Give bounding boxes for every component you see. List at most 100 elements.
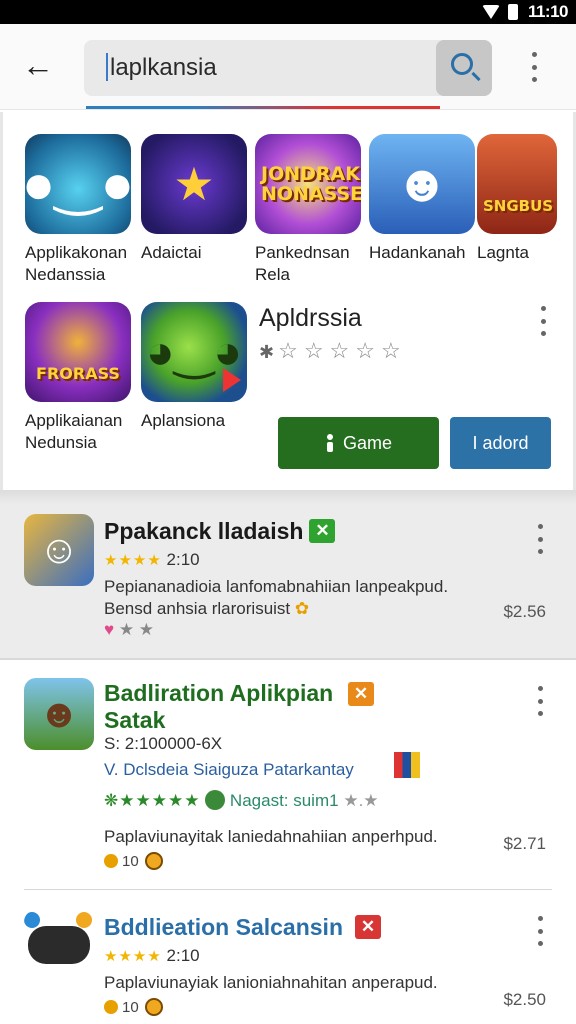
wifi-icon [482, 5, 500, 19]
search-field[interactable]: laplkansia [84, 40, 492, 96]
play-badge-icon [223, 368, 241, 392]
coin-count: 10 [122, 999, 139, 1016]
controller-shape [28, 926, 90, 964]
mechanic-app-icon: ☺ [24, 514, 94, 586]
grey-stars-icon: ★.★ [343, 791, 379, 810]
developer-name: V. Dclsdeia Siaiguza Patarkantay [104, 760, 354, 779]
app-description: Paplaviunayitak laniedahnahiian anperhpu… [104, 827, 438, 846]
app-description: Pepiananadioia lanfomabnahiian lanpeakpu… [104, 577, 449, 596]
butterfly-icon: ✿ [294, 599, 310, 618]
app-subdescription: Bensd anhsia rlarorisuist ✿ [104, 598, 309, 620]
item-menu-icon[interactable] [535, 524, 545, 554]
load-button[interactable]: I adord [450, 417, 551, 469]
app-grid: ●‿● Applikakonan Nedanssia ★ Adaictai JO… [0, 112, 576, 490]
coin-count: 10 [122, 853, 139, 870]
app-title-text: Badliration Aplikpian Satak [104, 680, 334, 733]
close-icon[interactable]: ✕ [309, 519, 336, 543]
badge-row: ❋★★★★★ Nagast: suim1 ★.★ [104, 790, 379, 811]
featured-rating: ✱ ☆☆☆☆☆ [259, 338, 407, 364]
app-art-text: FRORASS [36, 364, 120, 383]
status-icons [482, 4, 518, 20]
stars-icon: ★★★★ [104, 948, 162, 965]
rating: ★★★★ 2:10 [104, 946, 200, 966]
goblin-app-icon: ☻ [24, 678, 94, 750]
coin-icon [104, 1000, 118, 1014]
app-tile[interactable]: SNGBUS Lagnta [477, 134, 576, 264]
app-tile[interactable]: ★ Adaictai [141, 134, 259, 264]
search-icon [451, 53, 473, 75]
badge-avatar [205, 790, 226, 810]
badge-text: Nagast: suim1 [229, 791, 339, 810]
list-item[interactable]: Bddlieation Salcansin ✕ ★★★★ 2:10 Paplavi… [0, 892, 576, 1024]
blue-hero-icon: ☻ [369, 134, 475, 234]
mini-rating: ♥ ★ ★ [104, 620, 155, 639]
currency-icon [144, 852, 163, 870]
search-underline [86, 106, 440, 109]
app-tile[interactable]: ●‿● Applikakonan Nedanssia [25, 134, 143, 286]
item-menu-icon[interactable] [535, 916, 545, 946]
info-icon [325, 434, 335, 452]
app-label: Applikaianan Nedunsia [25, 411, 123, 452]
app-description: Paplaviunayiak lanioniahnahitan anperapu… [104, 973, 438, 992]
battery-icon [508, 4, 518, 20]
currency-icon [144, 998, 163, 1016]
flag-icon [394, 752, 420, 778]
back-arrow-icon[interactable]: ← [18, 46, 58, 86]
game-button[interactable]: Game [278, 417, 439, 469]
overflow-menu-icon[interactable] [529, 52, 539, 82]
app-label: Lagnta [477, 243, 529, 262]
status-bar: 11:10 [0, 0, 576, 24]
featured-menu-icon[interactable] [538, 306, 548, 336]
star-fireworks-icon: ★ [141, 134, 247, 234]
coins: 10 [104, 852, 163, 870]
price: $2.50 [503, 990, 546, 1009]
list-item[interactable]: ☺ Ppakanck lladaish ✕ ★★★★ 2:10 Pepianana… [0, 504, 576, 660]
rating-value: 2:10 [166, 550, 200, 569]
app-tile[interactable]: FRORASS Applikaianan Nedunsia [25, 302, 143, 454]
stars-icon: ★★★★ [104, 552, 162, 569]
warrior-icon: FRORASS [25, 302, 131, 402]
search-button[interactable] [436, 40, 492, 96]
list-item[interactable]: ☻ Badliration Aplikpian Satak ✕ S: 2:100… [0, 662, 576, 890]
search-input[interactable]: laplkansia [110, 54, 217, 82]
blue-dot-icon [24, 912, 40, 928]
rating-value: 2:10 [166, 946, 200, 965]
jondrak-logo-icon: JONDRAK NONASSE [255, 134, 361, 234]
close-icon[interactable]: ✕ [355, 915, 381, 939]
app-art-text: SNGBUS [483, 197, 554, 215]
orange-dot-icon [76, 912, 92, 928]
green-stars-icon: ❋★★★★★ [104, 791, 201, 810]
item-menu-icon[interactable] [535, 686, 545, 716]
heart-icon: ♥ [104, 620, 115, 639]
app-label: Hadankanah [369, 243, 466, 262]
app-label: Pankednsan Rela [255, 243, 350, 284]
featured-title: Apldrssia [259, 304, 362, 332]
list-divider [24, 889, 552, 890]
app-title: Ppakanck lladaish ✕ [104, 518, 336, 545]
subdescription-text: Bensd anhsia rlarorisuist [104, 599, 291, 618]
app-art-text: JONDRAK NONASSE [261, 163, 361, 205]
rating: ★★★★ 2:10 [104, 550, 200, 570]
app-label: Applikakonan Nedanssia [25, 243, 128, 284]
section-divider [0, 490, 576, 504]
status-time: 11:10 [527, 2, 569, 21]
rating-stars-icon: ☆☆☆☆☆ [278, 338, 407, 363]
coin-icon [104, 854, 118, 868]
price: $2.71 [503, 834, 546, 853]
app-label: Adaictai [141, 243, 202, 262]
robot-fighter-icon: SNGBUS [477, 134, 557, 234]
app-title-text: Ppakanck lladaish [104, 518, 304, 544]
close-icon[interactable]: ✕ [348, 682, 374, 706]
game-button-label: Game [342, 432, 393, 453]
app-title: Bddlieation Salcansin ✕ [104, 914, 381, 941]
app-label: Aplansiona [141, 411, 226, 430]
app-tile[interactable]: JONDRAK NONASSE Pankednsan Rela [255, 134, 373, 286]
search-header: ← laplkansia [0, 24, 576, 110]
app-meta: S: 2:100000-6X [104, 734, 223, 753]
text-cursor [106, 53, 108, 81]
green-alien-icon: ◕‿◕ [141, 302, 247, 402]
app-tile[interactable]: ◕‿◕ Aplansiona [141, 302, 259, 432]
cute-monster-icon: ●‿● [25, 134, 131, 234]
app-tile[interactable]: ☻ Hadankanah [369, 134, 487, 264]
gear-icon: ✱ [259, 342, 275, 362]
